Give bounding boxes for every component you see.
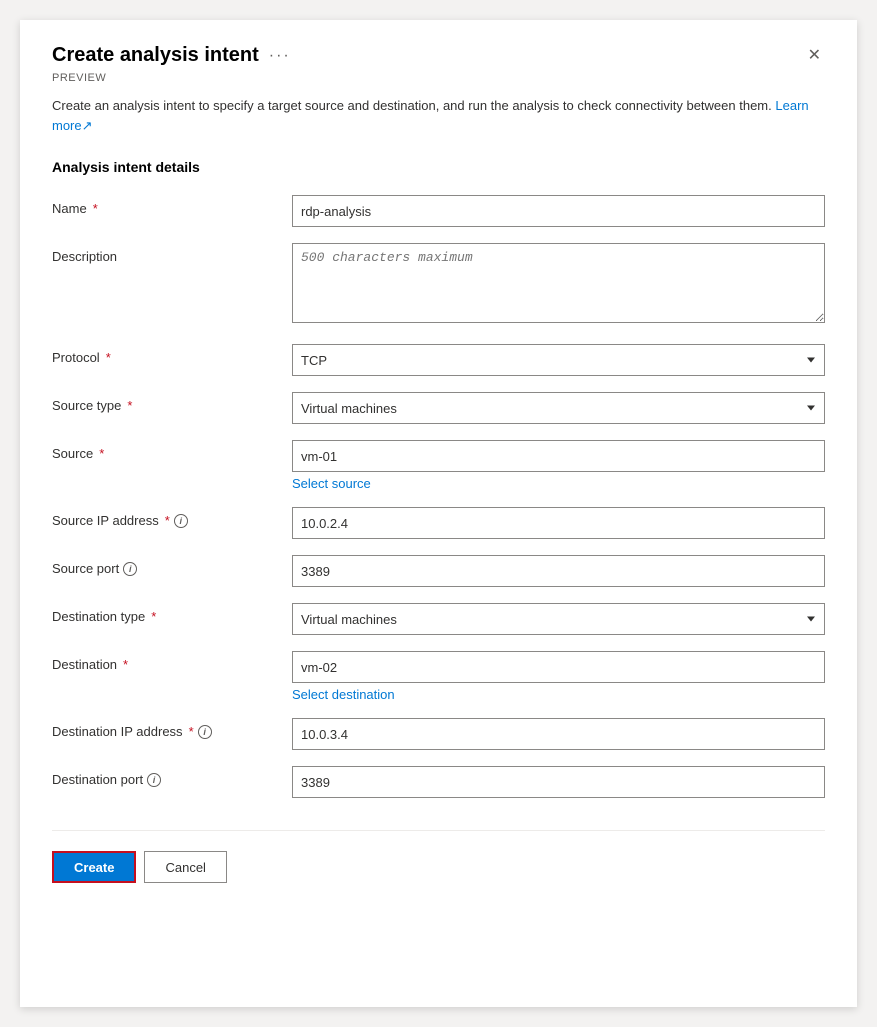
destination-type-label: Destination type* <box>52 603 292 624</box>
footer: Create Cancel <box>52 830 825 883</box>
destination-control: Select destination <box>292 651 825 702</box>
destination-type-control: Virtual machines IP address Subnet <box>292 603 825 635</box>
more-options-icon[interactable]: ··· <box>269 47 291 65</box>
close-button[interactable]: ✕ <box>804 44 825 68</box>
name-input[interactable] <box>292 195 825 227</box>
description-text: Create an analysis intent to specify a t… <box>52 98 772 113</box>
source-port-label: Source port i <box>52 555 292 576</box>
source-input[interactable] <box>292 440 825 472</box>
panel-header: Create analysis intent ··· ✕ <box>52 44 825 68</box>
destination-ip-input[interactable] <box>292 718 825 750</box>
destination-type-row: Destination type* Virtual machines IP ad… <box>52 603 825 635</box>
source-type-select[interactable]: Virtual machines IP address Subnet <box>292 392 825 424</box>
destination-ip-label: Destination IP address* i <box>52 718 292 739</box>
source-port-control <box>292 555 825 587</box>
panel-title: Create analysis intent <box>52 44 259 67</box>
source-row: Source* Select source <box>52 440 825 491</box>
destination-ip-row: Destination IP address* i <box>52 718 825 750</box>
destination-label: Destination* <box>52 651 292 672</box>
protocol-control: TCP UDP Any <box>292 344 825 376</box>
destination-port-input[interactable] <box>292 766 825 798</box>
destination-input[interactable] <box>292 651 825 683</box>
destination-port-control <box>292 766 825 798</box>
destination-ip-info-icon[interactable]: i <box>198 725 212 739</box>
protocol-row: Protocol* TCP UDP Any <box>52 344 825 376</box>
source-port-row: Source port i <box>52 555 825 587</box>
destination-port-info-icon[interactable]: i <box>147 773 161 787</box>
source-ip-input[interactable] <box>292 507 825 539</box>
name-row: Name* <box>52 195 825 227</box>
cancel-button[interactable]: Cancel <box>144 851 226 883</box>
protocol-select-wrapper: TCP UDP Any <box>292 344 825 376</box>
destination-port-label: Destination port i <box>52 766 292 787</box>
source-ip-row: Source IP address* i <box>52 507 825 539</box>
description-control <box>292 243 825 328</box>
name-control <box>292 195 825 227</box>
destination-type-select-wrapper: Virtual machines IP address Subnet <box>292 603 825 635</box>
source-control: Select source <box>292 440 825 491</box>
source-port-input[interactable] <box>292 555 825 587</box>
section-title: Analysis intent details <box>52 159 825 175</box>
protocol-label: Protocol* <box>52 344 292 365</box>
panel-description: Create an analysis intent to specify a t… <box>52 96 825 135</box>
source-port-info-icon[interactable]: i <box>123 562 137 576</box>
description-label: Description <box>52 243 292 264</box>
description-row: Description <box>52 243 825 328</box>
protocol-select[interactable]: TCP UDP Any <box>292 344 825 376</box>
select-source-link[interactable]: Select source <box>292 476 825 491</box>
destination-ip-control <box>292 718 825 750</box>
source-ip-info-icon[interactable]: i <box>174 514 188 528</box>
source-type-control: Virtual machines IP address Subnet <box>292 392 825 424</box>
name-label: Name* <box>52 195 292 216</box>
description-textarea[interactable] <box>292 243 825 323</box>
select-destination-link[interactable]: Select destination <box>292 687 825 702</box>
source-ip-label: Source IP address* i <box>52 507 292 528</box>
create-analysis-intent-panel: Create analysis intent ··· ✕ PREVIEW Cre… <box>20 20 857 1007</box>
preview-label: PREVIEW <box>52 72 825 84</box>
destination-row: Destination* Select destination <box>52 651 825 702</box>
source-type-select-wrapper: Virtual machines IP address Subnet <box>292 392 825 424</box>
destination-port-row: Destination port i <box>52 766 825 798</box>
source-ip-control <box>292 507 825 539</box>
create-button[interactable]: Create <box>52 851 136 883</box>
source-type-label: Source type* <box>52 392 292 413</box>
source-type-row: Source type* Virtual machines IP address… <box>52 392 825 424</box>
source-label: Source* <box>52 440 292 461</box>
destination-type-select[interactable]: Virtual machines IP address Subnet <box>292 603 825 635</box>
